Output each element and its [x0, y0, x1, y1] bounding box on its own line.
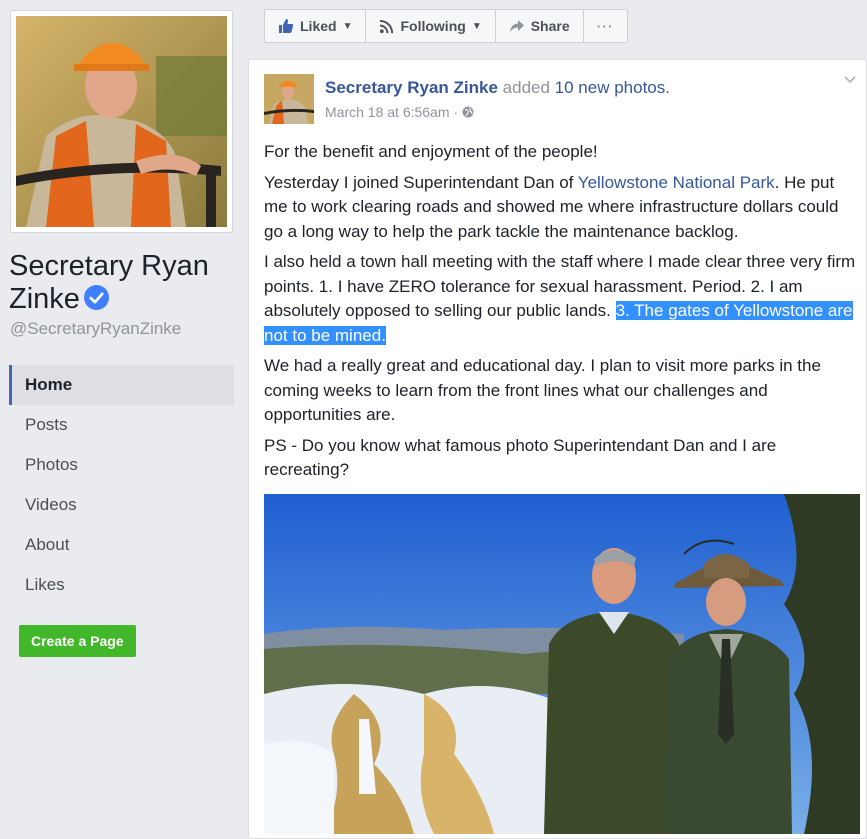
chevron-down-icon: ▼	[342, 20, 353, 32]
post-body: For the benefit and enjoyment of the peo…	[264, 140, 859, 489]
create-page-button[interactable]: Create a Page	[19, 625, 136, 657]
following-label: Following	[400, 18, 466, 34]
nav-item-videos[interactable]: Videos	[9, 485, 234, 525]
chevron-down-icon[interactable]	[844, 76, 856, 84]
post-action-text: added	[502, 78, 550, 97]
globe-icon[interactable]	[462, 106, 474, 118]
page-name-text: Secretary Ryan Zinke	[9, 250, 209, 315]
post-paragraph-3: I also held a town hall meeting with the…	[264, 250, 859, 348]
photos-link-suffix: .	[665, 78, 670, 97]
post-paragraph-4: We had a really great and educational da…	[264, 356, 821, 424]
rss-icon	[380, 19, 394, 33]
page-action-bar: Liked ▼ Following ▼ Share ···	[264, 9, 628, 43]
post-meta: March 18 at 6:56am ·	[325, 104, 474, 120]
meta-separator: ·	[453, 104, 459, 120]
post-author-avatar[interactable]	[264, 74, 314, 124]
share-button[interactable]: Share	[496, 10, 584, 42]
profile-photo-image	[16, 16, 227, 227]
thumbs-up-icon	[279, 19, 294, 33]
post-timestamp[interactable]: March 18 at 6:56am	[325, 104, 450, 120]
page-nav: Home Posts Photos Videos About Likes	[9, 365, 234, 605]
share-label: Share	[530, 18, 570, 34]
following-button[interactable]: Following ▼	[366, 10, 496, 42]
left-column: Secretary Ryan Zinke @SecretaryRyanZinke…	[0, 0, 248, 821]
share-arrow-icon	[509, 20, 524, 32]
post-paragraph-5: PS - Do you know what famous photo Super…	[264, 435, 777, 480]
post-photo[interactable]	[264, 494, 860, 834]
author-avatar-image	[264, 74, 314, 124]
profile-picture[interactable]	[10, 10, 233, 233]
more-dots-icon: ···	[596, 18, 614, 34]
post-paragraph-1: For the benefit and enjoyment of the peo…	[264, 142, 598, 161]
nav-item-posts[interactable]: Posts	[9, 405, 234, 445]
post-author-link[interactable]: Secretary Ryan Zinke	[325, 78, 498, 97]
liked-label: Liked	[300, 18, 337, 34]
nav-item-photos[interactable]: Photos	[9, 445, 234, 485]
liked-button[interactable]: Liked ▼	[265, 10, 367, 42]
yellowstone-link[interactable]: Yellowstone National Park	[578, 173, 775, 192]
photos-link[interactable]: 10 new photos	[555, 78, 666, 97]
more-options-button[interactable]: ···	[584, 10, 627, 42]
verified-badge-icon	[83, 284, 109, 310]
right-column: Liked ▼ Following ▼ Share ··· Secretary …	[248, 0, 867, 839]
nav-item-about[interactable]: About	[9, 525, 234, 565]
post-card: Secretary Ryan Zinke added 10 new photos…	[248, 59, 867, 839]
page-title: Secretary Ryan Zinke	[9, 250, 245, 316]
page-handle: @SecretaryRyanZinke	[10, 319, 182, 338]
yellowstone-photo-image	[264, 494, 860, 834]
nav-item-likes[interactable]: Likes	[9, 565, 234, 605]
chevron-down-icon: ▼	[471, 20, 482, 32]
post-header: Secretary Ryan Zinke added 10 new photos…	[325, 78, 670, 98]
nav-item-home[interactable]: Home	[9, 365, 234, 405]
p2-text-a: Yesterday I joined Superintendant Dan of	[264, 172, 578, 192]
post-paragraph-2: Yesterday I joined Superintendant Dan of…	[264, 171, 859, 245]
